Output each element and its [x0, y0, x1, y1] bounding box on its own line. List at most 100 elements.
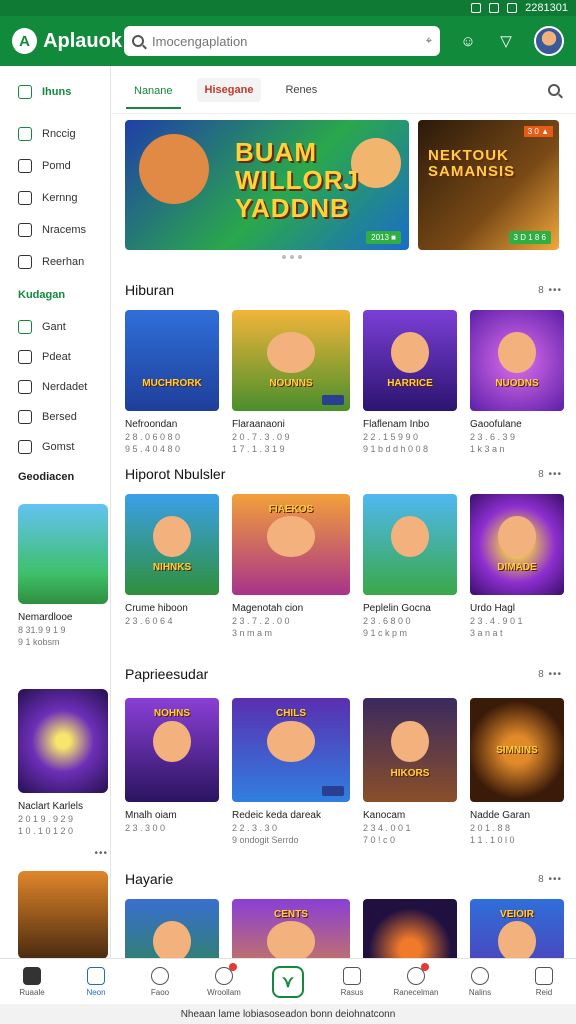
sidebar-item-category-5[interactable]: Gomst — [0, 432, 110, 462]
nav-profile[interactable]: Reid — [514, 966, 574, 997]
more-button[interactable]: 8 ••• — [538, 669, 562, 680]
sidebar-section-title: Kudagan — [18, 289, 66, 301]
card-title: Urdo Hagl — [470, 603, 516, 614]
card-meta: 2 3 . 4 . 9 0 1 — [470, 616, 523, 626]
game-thumbnail[interactable] — [18, 871, 108, 959]
sidebar-item-5[interactable]: Reerhan — [0, 246, 110, 278]
sidebar-card[interactable]: Naclart Karlels 2 0 1 9 . 9 2 9 1 0 . 1 … — [18, 689, 108, 836]
game-thumbnail — [363, 494, 457, 595]
card-meta: 2 2 . 1 5 9 9 0 — [363, 432, 419, 442]
game-card[interactable]: CENTS — [232, 899, 350, 958]
notification-badge — [229, 962, 237, 971]
banner-title: NEKTOUK SAMANSIS — [428, 147, 516, 180]
more-button[interactable]: 8 ••• — [538, 469, 562, 480]
app-name: Aplauok — [43, 29, 122, 52]
sidebar-item-label: Nracems — [42, 224, 87, 236]
game-card[interactable]: NOUNNS Flaraanaoni 2 0 . 7 . 3 . 0 9 1 7… — [232, 310, 350, 454]
game-card[interactable]: HARRICE Flaflenam Inbo 2 2 . 1 5 9 9 0 9… — [363, 310, 457, 454]
card-meta: 1 k 3 a n — [470, 444, 505, 454]
section-4: Hayarie 8 ••• CENTS VEIOIR — [112, 865, 576, 958]
nav-updates[interactable]: Wroollam — [194, 962, 254, 997]
game-card[interactable]: DIMADE Urdo Hagl 2 3 . 4 . 9 0 1 3 a n a… — [470, 494, 564, 638]
game-card[interactable]: CHILS Redeic keda dareak 2 2 . 3 . 3 0 9… — [232, 698, 350, 845]
game-card[interactable]: Peplelin Gocna 2 3 . 6 8 0 0 9 1 c k p m — [363, 494, 457, 638]
avatar[interactable] — [534, 26, 564, 56]
bottom-navigation: Ruaale Neon Faoo Wroollam ⋎ Rasus Ranece… — [0, 958, 576, 1004]
game-thumbnail: NUODNS — [470, 310, 564, 411]
news-icon — [18, 223, 32, 237]
nav-messages[interactable]: Ranecelman — [386, 962, 446, 997]
nav-library[interactable]: Rasus — [322, 966, 382, 997]
sidebar-item-home[interactable]: Ihuns — [0, 66, 110, 118]
game-thumbnail: FIAEKOS — [232, 494, 350, 595]
tab-3[interactable]: Renes — [277, 78, 325, 102]
card-meta: 3 n m a m — [232, 628, 273, 638]
tab-2[interactable]: Hisegane — [196, 77, 262, 102]
card-meta: 2 3 . 6 . 3 9 — [470, 432, 516, 442]
card-title: Flaraanaoni — [232, 419, 285, 430]
nav-apps[interactable]: Neon — [66, 966, 126, 997]
card-title: Redeic keda dareak — [232, 810, 321, 821]
nav-home[interactable]: Ruaale — [2, 966, 62, 997]
banner-main[interactable]: BUAM WILLORJ YADDNB 2013 ■ — [125, 120, 409, 250]
smiley-icon[interactable]: ☺ — [458, 31, 478, 51]
game-card[interactable]: MUCHRORK Nefroondan 2 8 . 0 6 0 8 0 9 5 … — [125, 310, 219, 454]
game-icon — [18, 320, 32, 334]
card-title: Magenotah cion — [232, 603, 304, 614]
profile-icon — [535, 966, 553, 985]
game-card[interactable]: NUODNS Gaoofulane 2 3 . 6 . 3 9 1 k 3 a … — [470, 310, 564, 454]
sidebar-section2-title: Geodiacen — [18, 471, 75, 483]
sidebar-item-1[interactable]: Rnccig — [0, 118, 110, 150]
card-meta: 9 1 b d d h 0 0 8 — [363, 444, 429, 454]
game-card[interactable]: NOHNS Mnalh oiam 2 3 . 3 0 0 — [125, 698, 219, 845]
section-populer: Hiporot Nbulsler 8 ••• NIHNKS Crume hibo… — [112, 460, 576, 638]
sidebar-item-category-2[interactable]: Pdeat — [0, 342, 110, 372]
game-card[interactable]: SIMNINS Nadde Garan 2 0 1 . 8 8 1 1 . 1 … — [470, 698, 564, 845]
search-input[interactable] — [152, 33, 418, 49]
section-hiburan: Hiburan 8 ••• MUCHRORK Nefroondan 2 8 . … — [112, 276, 576, 454]
game-card[interactable] — [363, 899, 457, 958]
tab-1[interactable]: Nanane — [126, 79, 181, 109]
more-button[interactable]: ••• — [18, 848, 108, 859]
search-bar[interactable]: ⌖ — [124, 26, 440, 56]
more-button[interactable]: 8 ••• — [538, 285, 562, 296]
nav-search[interactable]: Faoo — [130, 966, 190, 997]
sidebar-item-3[interactable]: Kernng — [0, 182, 110, 214]
card-meta: 2 0 1 9 . 9 2 9 — [18, 814, 74, 824]
game-card[interactable] — [125, 899, 219, 958]
game-card[interactable]: VEIOIR — [470, 899, 564, 958]
sidebar-item-label: Bersed — [42, 411, 77, 423]
sidebar-item-label: Gant — [42, 321, 66, 333]
card-title: Nadde Garan — [470, 810, 531, 821]
search-icon[interactable] — [548, 83, 560, 96]
sidebar-item-category-1[interactable]: Gant — [0, 312, 110, 342]
sidebar-card-thumbnail — [18, 689, 108, 793]
sidebar-item-2[interactable]: Pomd — [0, 150, 110, 182]
search-icon — [132, 35, 144, 47]
sidebar-item-category-3[interactable]: Nerdadet — [0, 372, 110, 402]
sidebar-item-4[interactable]: Nracems — [0, 214, 110, 246]
nav-center[interactable]: ⋎ — [258, 965, 318, 998]
sidebar-card[interactable]: Nemardlooe 8 31.9 9 1 9 9 1 kobsm — [18, 504, 108, 647]
gem-icon[interactable]: ▽ — [496, 31, 516, 51]
game-card[interactable]: NIHNKS Crume hiboon 2 3 . 6 0 6 4 — [125, 494, 219, 638]
sidebar-item-category-4[interactable]: Bersed — [0, 402, 110, 432]
game-thumbnail: HIKORS — [363, 698, 457, 802]
footer-text: Nheaan lame lobiasoseadon bonn deiohnatc… — [0, 1004, 576, 1024]
card-meta: 2 0 1 . 8 8 — [470, 823, 511, 833]
card-meta: 2 0 . 7 . 3 . 0 9 — [232, 432, 290, 442]
game-card[interactable]: FIAEKOS Magenotah cion 2 3 . 7 . 2 . 0 0… — [232, 494, 350, 638]
game-card[interactable]: HIKORS Kanocam 2 3 4 . 0 0 1 7 0 ! c 0 — [363, 698, 457, 845]
carousel-dots[interactable] — [282, 255, 302, 259]
sidebar-section4-head: ••• — [18, 848, 108, 959]
chat-icon — [407, 962, 429, 985]
section-title: Hiburan — [125, 282, 175, 298]
sidebar-item-label: Pdeat — [42, 351, 71, 363]
more-button[interactable]: 8 ••• — [538, 874, 562, 885]
banner-secondary[interactable]: 3 0 ▲ NEKTOUK SAMANSIS 3 D 1 8 6 — [418, 120, 559, 250]
nav-notifications[interactable]: Nalins — [450, 966, 510, 997]
voice-search-icon[interactable]: ⌖ — [426, 35, 432, 48]
app-logo[interactable]: A Aplauok — [12, 28, 122, 54]
card-meta: 2 3 . 3 0 0 — [125, 823, 166, 833]
sidebar-card-thumbnail — [18, 504, 108, 604]
